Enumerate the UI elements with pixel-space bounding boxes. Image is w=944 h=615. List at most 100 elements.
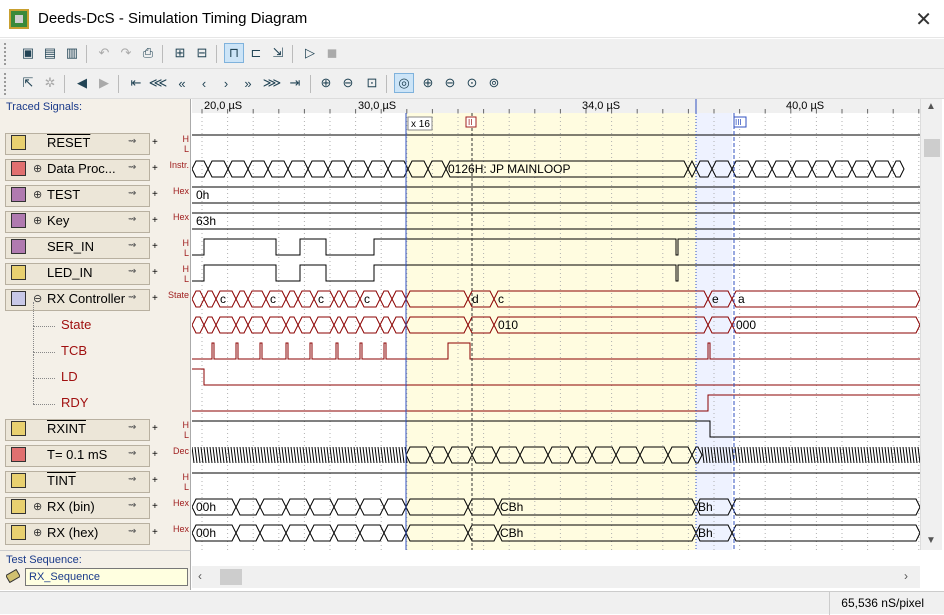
- signal-menu-icon[interactable]: ⇝: [128, 136, 136, 147]
- signal-row[interactable]: ⇝ + H L TINT: [5, 470, 191, 494]
- scroll-left-icon[interactable]: ‹: [198, 569, 202, 583]
- step-back-icon[interactable]: ‹: [194, 73, 214, 93]
- timing-icon[interactable]: ⊓: [224, 43, 244, 63]
- waveform-area[interactable]: 20,0 µS 30,0 µS 34,0 µS 40,0 µS 0126H: JP MA…: [192, 99, 920, 550]
- expand-icon[interactable]: ⊕: [33, 214, 42, 227]
- signal-add-icon[interactable]: +: [152, 501, 158, 512]
- signal-add-icon[interactable]: +: [152, 475, 158, 486]
- redo-icon[interactable]: ↷: [116, 43, 136, 63]
- forward-icon[interactable]: »: [238, 73, 258, 93]
- step-fwd-icon[interactable]: ›: [216, 73, 236, 93]
- signal-add-icon[interactable]: +: [152, 293, 158, 304]
- rewind-icon[interactable]: «: [172, 73, 192, 93]
- play-icon[interactable]: ▷: [300, 43, 320, 63]
- signal-row[interactable]: ⊕ ⇝ + Hex RX (bin): [5, 496, 191, 520]
- signal-add-icon[interactable]: +: [152, 137, 158, 148]
- signal-display-type[interactable]: H L: [159, 470, 190, 494]
- bus-icon[interactable]: ⊟: [192, 43, 212, 63]
- print-icon[interactable]: ⎙: [138, 43, 158, 63]
- marker-icon[interactable]: ◎: [394, 73, 414, 93]
- signal-display-type[interactable]: Dec: [159, 444, 189, 468]
- horizontal-scrollbar[interactable]: ‹ ›: [192, 566, 920, 588]
- expand-icon[interactable]: ⊕: [33, 526, 42, 539]
- signal-display-type[interactable]: Hex: [159, 496, 189, 520]
- timing-diagram[interactable]: 20,0 µS 30,0 µS 34,0 µS 40,0 µS 0126H: JP MA…: [192, 99, 920, 550]
- stop-icon[interactable]: ◼: [322, 43, 342, 63]
- trace-icon[interactable]: ⇲: [268, 43, 288, 63]
- toolbar-grip[interactable]: [4, 43, 8, 65]
- signal-menu-icon[interactable]: ⇝: [128, 240, 136, 251]
- signal-menu-icon[interactable]: ⇝: [128, 474, 136, 485]
- signal-display-type[interactable]: H L: [159, 262, 190, 286]
- test-sequence-field[interactable]: RX_Sequence: [25, 568, 188, 586]
- signal-row[interactable]: ⊕ ⇝ + Instr. Data Proc...: [5, 158, 191, 182]
- config-icon[interactable]: ✲: [40, 73, 60, 93]
- signal-add-icon[interactable]: +: [152, 163, 158, 174]
- signal-display-type[interactable]: Hex: [159, 184, 189, 208]
- marker-remove-icon[interactable]: ⊖: [440, 73, 460, 93]
- signal-display-type[interactable]: H L: [159, 418, 190, 442]
- signal-add-icon[interactable]: +: [152, 527, 158, 538]
- expand-icon[interactable]: ⊕: [33, 162, 42, 175]
- signal-menu-icon[interactable]: ⇝: [128, 448, 136, 459]
- collapse-icon[interactable]: ⊖: [33, 292, 42, 305]
- signal-row[interactable]: ⇝ + H L RESET: [5, 132, 191, 156]
- vertical-scroll-thumb[interactable]: [924, 139, 940, 157]
- last-icon[interactable]: ⇥: [285, 73, 305, 93]
- signal-row[interactable]: ⇝ + H L LED_IN: [5, 262, 191, 286]
- edit-icon[interactable]: ⊞: [170, 43, 190, 63]
- save-icon[interactable]: ▤: [40, 43, 60, 63]
- vertical-scrollbar[interactable]: ▲ ▼: [920, 99, 942, 550]
- close-icon[interactable]: ✕: [915, 7, 932, 32]
- signal-row[interactable]: ⊕ ⇝ + Hex TEST: [5, 184, 191, 208]
- select-icon[interactable]: ⇱: [18, 73, 38, 93]
- signal-menu-icon[interactable]: ⇝: [128, 526, 136, 537]
- cursor-icon[interactable]: ⊏: [246, 43, 266, 63]
- signal-row[interactable]: ⇝ + H L SER_IN: [5, 236, 191, 260]
- signal-row[interactable]: RDY: [5, 380, 191, 416]
- rewind-fast-icon[interactable]: ⋘: [148, 73, 168, 93]
- signal-add-icon[interactable]: +: [152, 267, 158, 278]
- signal-add-icon[interactable]: +: [152, 423, 158, 434]
- marker-next-icon[interactable]: ⊚: [484, 73, 504, 93]
- signal-menu-icon[interactable]: ⇝: [128, 500, 136, 511]
- prev-icon[interactable]: ◀: [72, 73, 92, 93]
- signal-menu-icon[interactable]: ⇝: [128, 188, 136, 199]
- open-icon[interactable]: ▣: [18, 43, 38, 63]
- signal-display-type[interactable]: H L: [159, 236, 190, 260]
- signal-row[interactable]: ⇝ + H L RXINT: [5, 418, 191, 442]
- marker-prev-icon[interactable]: ⊙: [462, 73, 482, 93]
- signal-display-type[interactable]: State: [159, 288, 189, 312]
- signal-menu-icon[interactable]: ⇝: [128, 162, 136, 173]
- signal-row[interactable]: ⇝ + Dec T= 0.1 mS: [5, 444, 191, 468]
- signal-add-icon[interactable]: +: [152, 241, 158, 252]
- scroll-down-icon[interactable]: ▼: [926, 535, 936, 546]
- forward-fast-icon[interactable]: ⋙: [262, 73, 282, 93]
- signal-add-icon[interactable]: +: [152, 189, 158, 200]
- zoom-in-icon[interactable]: ⊕: [316, 73, 336, 93]
- signal-display-type[interactable]: Hex: [159, 210, 189, 234]
- next-icon[interactable]: ▶: [94, 73, 114, 93]
- signal-add-icon[interactable]: +: [152, 449, 158, 460]
- signal-row[interactable]: ⊕ ⇝ + Hex RX (hex): [5, 522, 191, 546]
- signal-display-type[interactable]: H L: [159, 132, 190, 156]
- scroll-right-icon[interactable]: ›: [904, 569, 908, 583]
- signal-menu-icon[interactable]: ⇝: [128, 292, 136, 303]
- signal-display-type[interactable]: Instr.: [159, 158, 189, 182]
- zoom-out-icon[interactable]: ⊖: [338, 73, 358, 93]
- signal-menu-icon[interactable]: ⇝: [128, 214, 136, 225]
- signal-display-type[interactable]: Hex: [159, 522, 189, 546]
- expand-icon[interactable]: ⊕: [33, 500, 42, 513]
- undo-icon[interactable]: ↶: [94, 43, 114, 63]
- marker-add-icon[interactable]: ⊕: [418, 73, 438, 93]
- toolbar-grip[interactable]: [4, 73, 8, 95]
- scroll-up-icon[interactable]: ▲: [926, 101, 936, 112]
- horizontal-scroll-thumb[interactable]: [220, 569, 242, 585]
- expand-icon[interactable]: ⊕: [33, 188, 42, 201]
- signal-row[interactable]: ⊕ ⇝ + Hex Key: [5, 210, 191, 234]
- export-icon[interactable]: ▥: [62, 43, 82, 63]
- zoom-fit-icon[interactable]: ⊡: [362, 73, 382, 93]
- first-icon[interactable]: ⇤: [126, 73, 146, 93]
- signal-menu-icon[interactable]: ⇝: [128, 266, 136, 277]
- signal-menu-icon[interactable]: ⇝: [128, 422, 136, 433]
